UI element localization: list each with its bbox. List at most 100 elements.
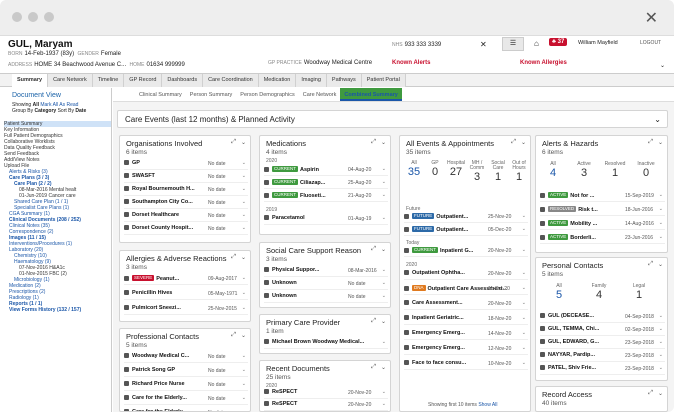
list-item[interactable]: Dorset County Hospit... No date ⌄ <box>124 225 248 235</box>
logout-button[interactable]: LOGOUT <box>640 40 661 46</box>
chevron-down-icon[interactable]: ⌄ <box>660 62 665 69</box>
window-dot-max[interactable] <box>44 12 54 22</box>
list-item[interactable]: Outpatient Ophtha... 20-Nov-20 ⌄ <box>404 270 528 280</box>
list-item[interactable]: Paracetamol 01-Aug-19 ⌄ <box>264 215 388 225</box>
list-item[interactable]: SEVERE Peanut... 09-Aug-2017 ⌄ <box>124 275 248 285</box>
chevron-down-icon[interactable]: ⌄ <box>382 267 386 273</box>
close-icon[interactable]: ✕ <box>645 8 658 27</box>
chevron-down-icon[interactable]: ⌄ <box>242 290 246 296</box>
event-count-gp[interactable]: GP 0 <box>425 161 445 179</box>
chevron-down-icon[interactable]: ⌄ <box>658 390 663 397</box>
list-item[interactable]: Care for the Elderly... No date ⌄ <box>124 395 248 405</box>
expand-icon[interactable]: ⤢ <box>371 139 376 146</box>
list-item[interactable]: DNA Outpatient Care Assessment... 11-Oct-2… <box>404 285 528 295</box>
chevron-down-icon[interactable]: ⌄ <box>242 395 246 401</box>
chevron-down-icon[interactable]: ⌄ <box>522 300 526 306</box>
expand-icon[interactable]: ⤢ <box>648 261 653 268</box>
chevron-down-icon[interactable]: ⌄ <box>242 160 246 166</box>
list-item[interactable]: Richard Price Nurse No date ⌄ <box>124 381 248 391</box>
list-item[interactable]: Southampton City Co... No date ⌄ <box>124 199 248 209</box>
chevron-down-icon[interactable]: ⌄ <box>522 213 526 219</box>
expand-icon[interactable]: ⤢ <box>371 246 376 253</box>
home-icon[interactable]: ⌂ <box>534 39 539 48</box>
chevron-down-icon[interactable]: ⌄ <box>242 381 246 387</box>
list-item[interactable]: PATEL, Shiv Frie... 23-Sep-2018 ⌄ <box>540 365 665 375</box>
chevron-down-icon[interactable]: ⌄ <box>522 270 526 276</box>
tab-care-coordination[interactable]: Care Coordination <box>203 74 259 87</box>
list-item[interactable]: ReSPECT 20-Nov-20 ⌄ <box>264 389 388 399</box>
chevron-down-icon[interactable]: ⌄ <box>382 215 386 221</box>
chevron-down-icon[interactable]: ⌄ <box>242 173 246 179</box>
chevron-down-icon[interactable]: ⌄ <box>242 275 246 281</box>
list-item[interactable]: Dorset Healthcare No date ⌄ <box>124 212 248 222</box>
list-item[interactable]: CURRENT Ciliazap... 25-Aug-20 ⌄ <box>264 179 388 189</box>
event-count-social-care[interactable]: Social Care 1 <box>488 161 508 184</box>
expand-icon[interactable]: ⤢ <box>231 332 236 339</box>
chevron-down-icon[interactable]: ⌄ <box>659 220 663 226</box>
chevron-down-icon[interactable]: ⌄ <box>658 139 663 146</box>
chevron-down-icon[interactable]: ⌄ <box>522 247 526 253</box>
chevron-down-icon[interactable]: ⌄ <box>382 192 386 198</box>
chevron-down-icon[interactable]: ⌄ <box>522 360 526 366</box>
list-item[interactable]: GP No date ⌄ <box>124 160 248 170</box>
list-item[interactable]: Michael Brown Woodway Medical... ⌄ <box>264 339 388 349</box>
list-item[interactable]: Royal Bournemouth H... No date ⌄ <box>124 186 248 196</box>
care-events-panel[interactable]: Care Events (last 12 months) & Planned A… <box>117 110 668 128</box>
list-item[interactable]: Woodway Medical C... No date ⌄ <box>124 353 248 363</box>
chevron-down-icon[interactable]: ⌄ <box>659 326 663 332</box>
expand-icon[interactable]: ⤢ <box>511 139 516 146</box>
list-item[interactable]: Patrick Song GP No date ⌄ <box>124 367 248 377</box>
chevron-down-icon[interactable]: ⌄ <box>522 285 526 291</box>
expand-icon[interactable]: ⤢ <box>371 364 376 371</box>
tab-medication[interactable]: Medication <box>258 74 297 87</box>
tab-imaging[interactable]: Imaging <box>296 74 327 87</box>
list-item[interactable]: Emergency Emerg... 14-Nov-20 ⌄ <box>404 330 528 340</box>
list-item[interactable]: ACTIVE Not for ... 15-Sep-2019 ⌄ <box>540 192 665 202</box>
chevron-down-icon[interactable]: ⌄ <box>659 234 663 240</box>
event-count-hospital[interactable]: Hospital 27 <box>446 161 466 179</box>
chevron-down-icon[interactable]: ⌄ <box>659 365 663 371</box>
show-all-link[interactable]: Show All <box>478 402 497 408</box>
tab-gp-record[interactable]: GP Record <box>124 74 163 87</box>
list-item[interactable]: FUTURE Outpatient... 25-Nov-20 ⌄ <box>404 213 528 223</box>
user-name[interactable]: William Mayfield <box>578 40 618 46</box>
list-item[interactable]: CURRENT Aspirin 04-Aug-20 ⌄ <box>264 166 388 176</box>
close-patient-icon[interactable]: ✕ <box>480 40 487 49</box>
alert-count-all[interactable]: All 4 <box>540 162 566 180</box>
chevron-down-icon[interactable]: ⌄ <box>659 192 663 198</box>
subtab-person-demographics[interactable]: Person Demographics <box>236 88 298 101</box>
chevron-down-icon[interactable]: ⌄ <box>521 139 526 146</box>
expand-icon[interactable]: ⤢ <box>231 254 236 261</box>
subtab-care-network[interactable]: Care Network <box>299 88 341 101</box>
expand-icon[interactable]: ⤢ <box>648 139 653 146</box>
list-item[interactable]: GUL, EDWARD, G... 23-Sep-2018 ⌄ <box>540 339 665 349</box>
chevron-down-icon[interactable]: ⌄ <box>381 139 386 146</box>
chevron-down-icon[interactable]: ⌄ <box>242 199 246 205</box>
list-item[interactable]: GUL (DECEASE... 04-Sep-2018 ⌄ <box>540 313 665 323</box>
chevron-down-icon[interactable]: ⌄ <box>381 246 386 253</box>
list-item[interactable]: Inpatient Geriatric... 18-Nov-20 ⌄ <box>404 315 528 325</box>
known-allergies[interactable]: Known Allergies <box>520 60 567 66</box>
chevron-down-icon[interactable]: ⌄ <box>242 353 246 359</box>
contact-count-legal[interactable]: Legal 1 <box>624 284 654 302</box>
chevron-down-icon[interactable]: ⌄ <box>381 318 386 325</box>
subtab-combined-summary[interactable]: Combined Summary <box>340 88 402 101</box>
chevron-down-icon[interactable]: ⌄ <box>382 166 386 172</box>
list-item[interactable]: Face to face consu... 10-Nov-20 ⌄ <box>404 360 528 370</box>
contact-count-all[interactable]: All 5 <box>544 284 574 302</box>
chevron-down-icon[interactable]: ⌄ <box>382 401 386 407</box>
chevron-down-icon[interactable]: ⌄ <box>522 315 526 321</box>
list-item[interactable]: NAYYAR, Pardip... 23-Sep-2018 ⌄ <box>540 352 665 362</box>
window-dot-close[interactable] <box>12 12 22 22</box>
list-item[interactable]: Physical Suppor... 08-Mar-2016 ⌄ <box>264 267 388 277</box>
tab-care-network[interactable]: Care Network <box>48 74 93 87</box>
chevron-down-icon[interactable]: ⌄ <box>658 261 663 268</box>
list-item[interactable]: Unknown No date ⌄ <box>264 293 388 303</box>
event-count-out-of-hours[interactable]: Out of Hours 1 <box>509 161 529 184</box>
subtab-clinical-summary[interactable]: Clinical Summary <box>135 88 186 101</box>
list-item[interactable]: ACTIVE Mobility ... 14-Aug-2016 ⌄ <box>540 220 665 230</box>
subtab-person-summary[interactable]: Person Summary <box>186 88 237 101</box>
list-item[interactable]: Penicillin Hives 05-May-1971 ⌄ <box>124 290 248 300</box>
chevron-down-icon[interactable]: ⌄ <box>242 225 246 231</box>
chevron-down-icon[interactable]: ⌄ <box>382 280 386 286</box>
